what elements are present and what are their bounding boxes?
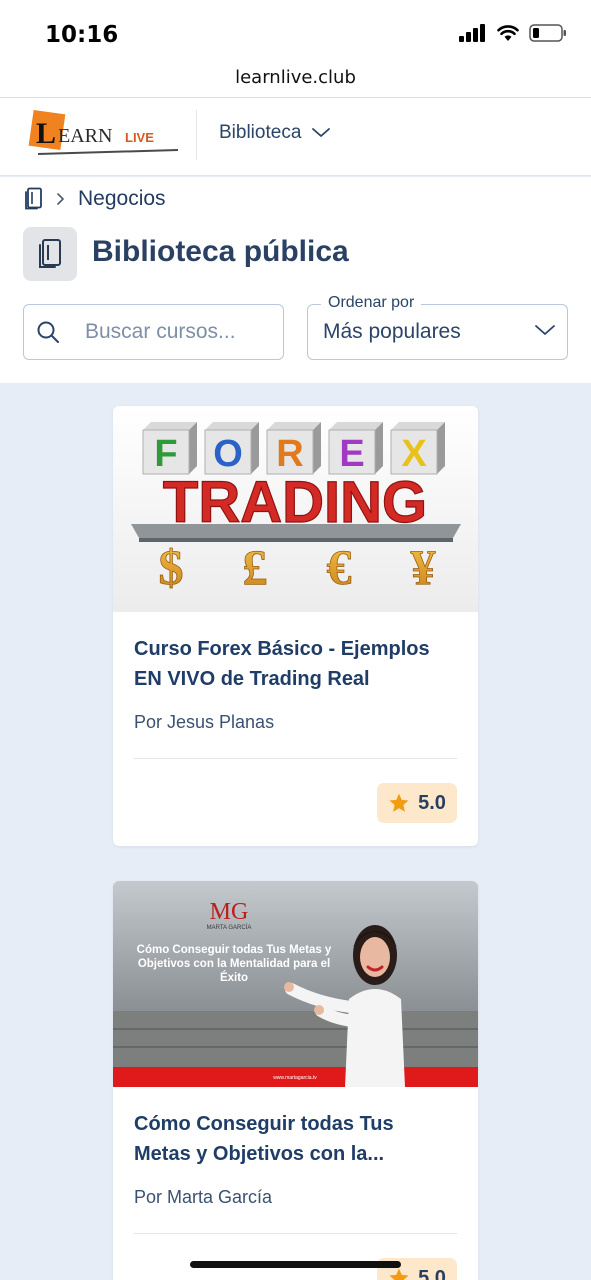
- forex-letter: E: [339, 433, 364, 475]
- forex-letter-cube: O: [204, 422, 259, 475]
- course-card[interactable]: FOREX TRADING $ £ € ¥ Curso Forex Básico - …: [113, 406, 478, 846]
- rating-value: 5.0: [418, 1266, 446, 1280]
- status-icons: [459, 24, 567, 42]
- rating-badge: 5.0: [377, 783, 457, 823]
- forex-letter-cube: R: [266, 422, 321, 475]
- logo-graphic: L EARN LIVE: [28, 109, 179, 155]
- sort-select[interactable]: Ordenar por Más populares: [307, 294, 568, 360]
- forex-letter: F: [154, 433, 177, 475]
- brand-monogram: MG: [210, 899, 249, 925]
- forex-letter-cube: F: [142, 422, 197, 475]
- library-icon[interactable]: [24, 187, 44, 211]
- currency-symbol: ¥: [411, 539, 436, 595]
- logo-text-sub: LIVE: [125, 130, 154, 145]
- card-divider: [134, 1233, 457, 1234]
- course-thumbnail-metas[interactable]: MG MARTA GARCÍA Cómo Conseguir todas Tus…: [113, 881, 478, 1087]
- sort-label: Ordenar por: [321, 294, 422, 312]
- chevron-down-icon: [312, 128, 331, 137]
- wifi-icon: [497, 25, 519, 41]
- home-indicator: [190, 1261, 401, 1268]
- thumbnail-footer-url: www.martagarcia.tv: [273, 1075, 317, 1081]
- library-icon: [39, 239, 61, 268]
- nav-divider: [196, 110, 197, 160]
- page-title: Biblioteca pública: [92, 235, 349, 268]
- learnlive-logo[interactable]: L EARN LIVE: [28, 108, 180, 158]
- breadcrumb-current[interactable]: Negocios: [78, 187, 166, 211]
- forex-letter-cube: E: [328, 422, 383, 475]
- library-header: Negocios Biblioteca pública Buscar curso…: [0, 177, 591, 383]
- status-bar: 10:16: [0, 0, 591, 60]
- search-icon: [37, 321, 59, 343]
- signal-icon: [459, 24, 485, 42]
- logo-letter: L: [36, 117, 56, 150]
- forex-letter: X: [401, 433, 427, 475]
- star-icon: [389, 793, 409, 812]
- star-icon: [389, 1268, 409, 1280]
- rating-value: 5.0: [418, 791, 446, 814]
- browser-url-bar[interactable]: learnlive.club: [0, 60, 591, 98]
- card-divider: [134, 758, 457, 759]
- course-card[interactable]: MG MARTA GARCÍA Cómo Conseguir todas Tus…: [113, 881, 478, 1280]
- currency-symbol: $: [159, 539, 184, 595]
- battery-icon: [529, 24, 566, 42]
- status-time: 10:16: [45, 22, 119, 48]
- sort-value: Más populares: [323, 320, 461, 343]
- forex-letter: R: [276, 433, 303, 475]
- url-text: learnlive.club: [235, 67, 356, 88]
- course-title[interactable]: Cómo Conseguir todas Tus Metas y Objetiv…: [134, 1109, 454, 1169]
- currency-symbol: £: [243, 539, 268, 595]
- title-icon-box: [23, 227, 77, 281]
- search-input[interactable]: Buscar cursos...: [23, 304, 284, 360]
- logo-text-main: EARN: [58, 125, 112, 147]
- biblioteca-menu[interactable]: Biblioteca: [219, 122, 331, 144]
- course-thumbnail-forex[interactable]: FOREX TRADING $ £ € ¥: [113, 406, 478, 612]
- chevron-down-icon: [535, 325, 555, 335]
- breadcrumb: Negocios: [24, 187, 166, 211]
- search-placeholder: Buscar cursos...: [85, 320, 236, 343]
- site-header: L EARN LIVE Biblioteca: [0, 98, 591, 176]
- course-author: Por Jesus Planas: [134, 712, 275, 732]
- chevron-right-icon: [57, 193, 65, 205]
- forex-letter-cube: X: [390, 422, 445, 475]
- currency-symbol: €: [327, 539, 352, 595]
- course-title[interactable]: Curso Forex Básico - Ejemplos EN VIVO de…: [134, 634, 454, 694]
- brand-name: MARTA GARCÍA: [207, 924, 252, 931]
- forex-letter: O: [213, 433, 243, 475]
- course-author: Por Marta García: [134, 1187, 273, 1207]
- biblioteca-menu-label: Biblioteca: [219, 122, 302, 143]
